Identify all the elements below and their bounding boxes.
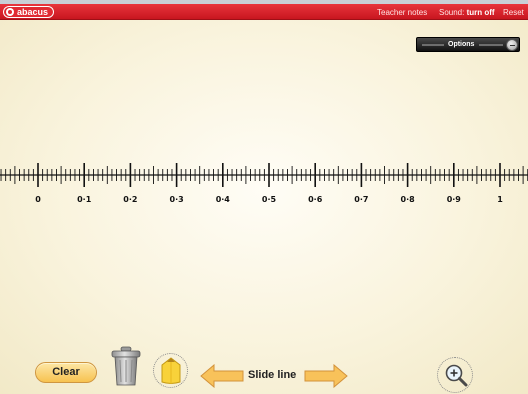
sound-action: turn off (466, 8, 495, 17)
number-line[interactable]: 0 0·1 0·2 0·3 0·4 0·5 0·6 0·7 0·8 0·9 1 (0, 155, 528, 204)
options-bar-right (479, 44, 503, 46)
minus-icon[interactable] (506, 39, 518, 51)
tick-label: 1 (497, 195, 503, 204)
tick-label: 0·5 (261, 195, 277, 204)
arrow-right-icon[interactable] (304, 364, 348, 388)
zoom-in-icon (445, 364, 468, 387)
slide-line-control[interactable]: Slide line (200, 364, 348, 388)
trash-can-icon[interactable] (109, 345, 143, 387)
tick-label: 0 (35, 195, 41, 204)
arrow-left-icon[interactable] (200, 364, 244, 388)
number-line-ruler[interactable] (0, 155, 528, 195)
slide-line-label: Slide line (248, 369, 297, 381)
options-panel-toggle[interactable]: Options (416, 37, 520, 52)
zoom-button[interactable] (437, 357, 473, 393)
tick-label: 0·1 (77, 195, 92, 204)
pencil-icon (161, 357, 181, 384)
sound-label: Sound: (439, 8, 465, 17)
tick-label: 0·2 (123, 195, 138, 204)
tick-label: 0·3 (169, 195, 184, 204)
tick-label: 0·8 (400, 195, 415, 204)
logo-icon (6, 8, 14, 16)
tick-label: 0·6 (308, 195, 323, 204)
options-label: Options (448, 41, 475, 48)
sound-toggle[interactable]: Sound: turn off (439, 8, 495, 17)
logo-text: abacus (17, 7, 49, 17)
teacher-notes-link[interactable]: Teacher notes (377, 8, 427, 17)
tick-label: 0·7 (354, 195, 369, 204)
pencil-tool[interactable] (153, 353, 188, 388)
options-bar-left (422, 44, 444, 46)
clear-button[interactable]: Clear (35, 362, 97, 383)
header-bar: abacus Teacher notes Sound: turn off Res… (0, 4, 528, 20)
tick-label: 0·4 (215, 195, 230, 204)
abacus-logo: abacus (3, 6, 55, 18)
reset-link[interactable]: Reset (503, 8, 524, 17)
tick-label: 0·9 (446, 195, 461, 204)
